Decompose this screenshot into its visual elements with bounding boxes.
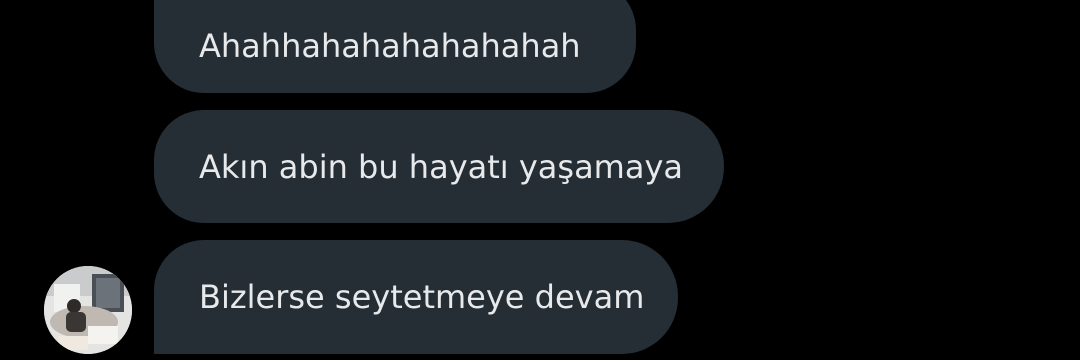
message-text: Ahahhahahahahahahah xyxy=(199,26,581,65)
message-text: Bizlerse seytetmeye devam xyxy=(199,278,645,316)
message-bubble[interactable]: Akın abin bu hayatı yaşamaya xyxy=(154,110,724,223)
sender-avatar[interactable] xyxy=(44,266,132,354)
user-photo-avatar-icon xyxy=(44,266,132,354)
message-text: Akın abin bu hayatı yaşamaya xyxy=(199,147,683,186)
message-bubble[interactable]: Bizlerse seytetmeye devam xyxy=(154,240,678,354)
message-bubble[interactable]: Ahahhahahahahahahah xyxy=(154,0,636,93)
